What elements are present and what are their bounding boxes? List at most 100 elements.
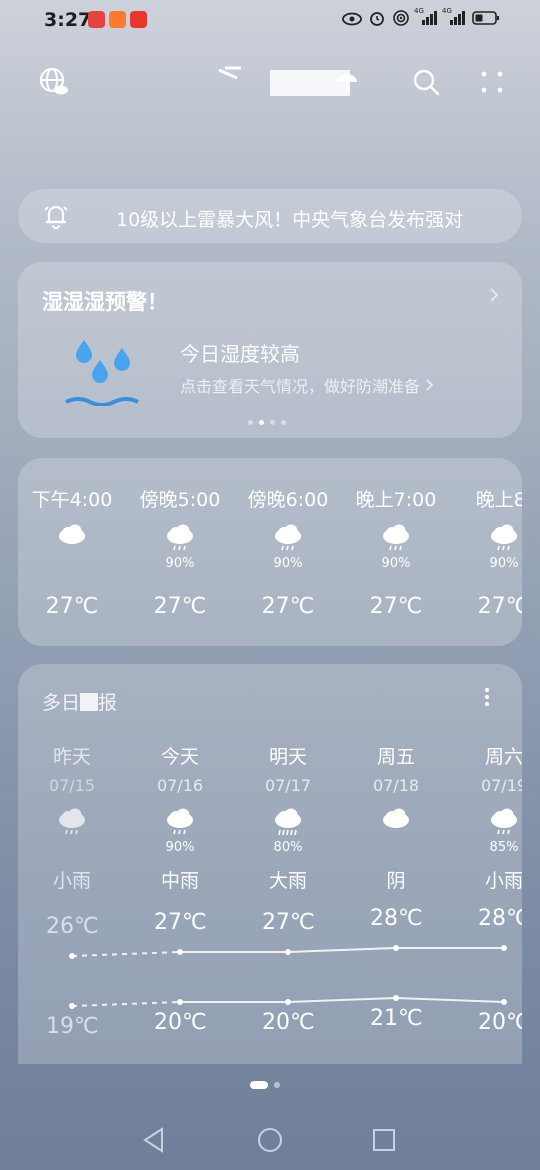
network-type-1: 4G (414, 7, 424, 15)
daily-date: 07/16 (156, 776, 204, 795)
daily-precip-chance: 85% (489, 840, 519, 855)
carousel-dot (248, 420, 253, 425)
low-temp-point (177, 999, 183, 1005)
daily-date: 07/18 (372, 776, 420, 795)
recents-square-icon[interactable] (368, 1124, 400, 1156)
chevron-right-icon[interactable] (488, 286, 500, 308)
daily-day-name: 昨天 (52, 746, 91, 768)
high-temp-point (285, 949, 291, 955)
chevron-right-small-icon (425, 377, 435, 396)
warning-description[interactable]: 点击查看天气情况，做好防潮准备 (180, 373, 435, 397)
page-indicator (250, 1081, 280, 1089)
daily-day-name: 明天 (268, 746, 307, 768)
rain-icon (272, 522, 304, 554)
status-bar: 3:27 4G 4G (0, 0, 540, 40)
alert-banner[interactable]: 10级以上雷暴大风！中央气象台发布强对 (18, 189, 522, 243)
daily-day-name: 周六 (484, 746, 522, 768)
rain-icon (380, 522, 412, 554)
rain-icon (164, 806, 196, 838)
rain-icon (488, 522, 520, 554)
daily-condition: 小雨 (484, 870, 522, 892)
low-temp-segment (287, 997, 397, 1003)
hourly-temperature: 27℃ (153, 594, 207, 619)
daily-item[interactable]: 今天 07/16 90% 中雨 (126, 664, 234, 904)
more-dots-icon[interactable] (474, 64, 510, 100)
daily-high-temp: 28℃ (370, 906, 423, 931)
battery-icon (472, 10, 500, 30)
hourly-time-label: 傍晚6:00 (247, 489, 329, 511)
cloudy-icon (56, 522, 88, 554)
daily-low-temp: 21℃ (370, 1006, 423, 1031)
rain-icon (164, 522, 196, 554)
location-title-redacted[interactable] (215, 66, 365, 100)
daily-high-temp: 26℃ (46, 914, 99, 939)
signal-icon-2: 4G (442, 7, 466, 30)
warning-title: 湿湿湿预警！ (42, 290, 168, 314)
daily-date: 07/17 (264, 776, 312, 795)
warning-description-text: 点击查看天气情况，做好防潮准备 (180, 377, 421, 396)
app-badge-2 (109, 11, 126, 28)
daily-condition: 大雨 (268, 870, 307, 892)
alarm-icon (368, 9, 386, 31)
status-time: 3:27 (44, 9, 92, 31)
cloudy-icon (380, 806, 412, 838)
back-triangle-icon[interactable] (138, 1124, 170, 1156)
location-arrow-icon (217, 66, 245, 84)
high-temp-point (501, 945, 507, 951)
daily-day-name: 周五 (376, 746, 415, 768)
daily-condition: 中雨 (160, 870, 199, 892)
hourly-temperature: 27℃ (261, 594, 315, 619)
daily-precip-chance: 80% (273, 840, 303, 855)
hourly-temperature: 27℃ (45, 594, 99, 619)
hourly-precip-chance: 90% (489, 556, 519, 571)
daily-high-temp: 27℃ (262, 910, 315, 935)
rain-icon (488, 806, 520, 838)
daily-precip-chance: 90% (165, 840, 195, 855)
search-icon[interactable] (408, 64, 444, 100)
daily-day-name: 今天 (160, 746, 199, 768)
globe-cloud-icon[interactable] (36, 64, 72, 100)
low-temp-segment (71, 1001, 181, 1007)
alert-text: 10级以上雷暴大风！中央气象台发布强对 (116, 209, 464, 231)
hotspot-icon (392, 9, 410, 31)
low-temp-point (393, 995, 399, 1001)
high-temp-point (177, 949, 183, 955)
app-badge-3 (130, 11, 147, 28)
daily-item[interactable]: 周五 07/18 阴 (342, 664, 450, 904)
carousel-dot (281, 420, 286, 425)
heavy-rain-icon (272, 806, 304, 838)
hourly-time-label: 晚上8: (475, 489, 522, 511)
daily-condition: 小雨 (52, 870, 91, 892)
daily-condition: 阴 (386, 870, 406, 892)
hourly-item: 晚上8: 90% 27℃ (450, 458, 522, 646)
hourly-time-label: 下午4:00 (31, 489, 113, 511)
top-bar (0, 60, 540, 106)
hourly-time-label: 晚上7:00 (355, 489, 437, 511)
daily-date: 07/19 (480, 776, 522, 795)
daily-item[interactable]: 周六 07/19 85% 小雨 (450, 664, 522, 904)
carousel-dots (248, 420, 286, 425)
humidity-warning-card[interactable]: 湿湿湿预警！ 今日湿度较高 点击查看天气情况，做好防潮准备 (18, 262, 522, 438)
high-temp-point (69, 953, 75, 959)
daily-item[interactable]: 明天 07/17 80% 大雨 (234, 664, 342, 904)
hourly-precip-chance: 90% (273, 556, 303, 571)
daily-forecast-card[interactable]: 多日报 昨天 07/15 小雨 今天 07/16 90% 中雨 明天 07/17 80% 大雨 周五 0… (18, 664, 522, 1064)
carousel-dot (270, 420, 275, 425)
daily-low-temp: 20℃ (478, 1010, 522, 1035)
hourly-temperature: 27℃ (369, 594, 423, 619)
hourly-temperature: 27℃ (477, 594, 522, 619)
carousel-dot-active (259, 420, 264, 425)
hourly-time-label: 傍晚5:00 (139, 489, 221, 511)
warning-subtitle: 今日湿度较高 (180, 342, 300, 366)
high-temp-segment (71, 951, 181, 957)
daily-low-temp: 19℃ (46, 1014, 99, 1039)
daily-item[interactable]: 昨天 07/15 小雨 (18, 664, 126, 904)
high-temp-point (393, 945, 399, 951)
home-circle-icon[interactable] (254, 1124, 286, 1156)
low-temp-segment (395, 997, 505, 1003)
app-badge-1 (88, 11, 105, 28)
raindrops-icon (64, 336, 140, 410)
page-indicator-active (250, 1081, 268, 1089)
low-temp-point (69, 1003, 75, 1009)
hourly-forecast-card[interactable]: 下午4:00 27℃ 傍晚5:00 90% 27℃ 傍晚6:00 90% 27℃ 晚上7:00 9… (18, 458, 522, 646)
